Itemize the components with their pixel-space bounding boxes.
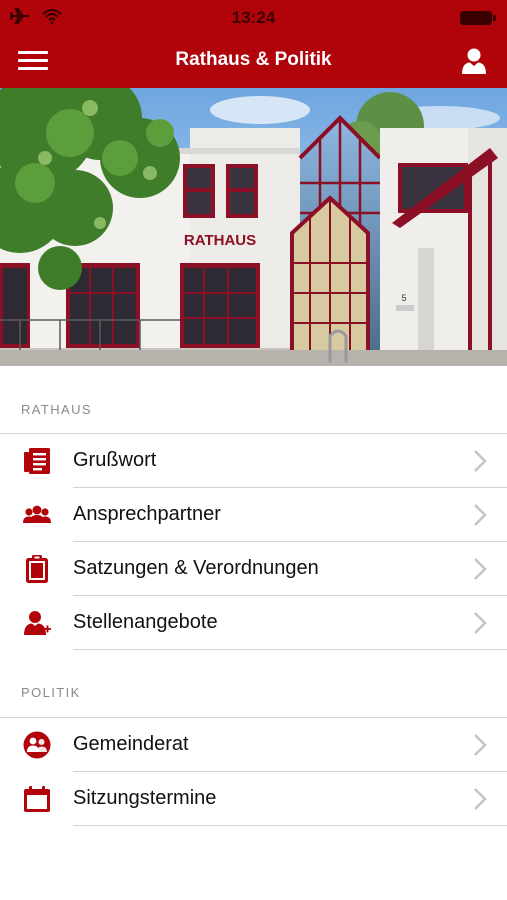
nav-bar: Rathaus & Politik	[0, 34, 507, 88]
clipboard-icon	[26, 555, 48, 583]
chevron-right-icon	[474, 788, 487, 810]
chevron-right-icon	[474, 504, 487, 526]
list-item-gemeinderat[interactable]: Gemeinderat	[0, 718, 507, 772]
list-item-label: Ansprechpartner	[73, 503, 221, 525]
status-time: 13:24	[231, 8, 276, 27]
list-item-label: Satzungen & Verordnungen	[73, 557, 319, 579]
list-item-label: Stellenangebote	[73, 611, 218, 633]
house-number: 5	[401, 293, 406, 303]
list-item-label: Grußwort	[73, 449, 157, 471]
list-item-stellenangebote[interactable]: Stellenangebote	[0, 596, 507, 650]
hero-image: RATHAUS 5	[0, 88, 507, 366]
chevron-right-icon	[474, 558, 487, 580]
list-item-label: Sitzungstermine	[73, 787, 217, 809]
list-item-ansprechpartner[interactable]: Ansprechpartner	[0, 488, 507, 542]
section-header-rathaus: RATHAUS	[21, 402, 92, 417]
calendar-icon	[24, 786, 50, 812]
people-group-icon	[23, 505, 51, 523]
council-group-icon	[23, 731, 51, 759]
town-hall-photo: RATHAUS 5	[0, 88, 507, 366]
list-item-satzungen[interactable]: Satzungen & Verordnungen	[0, 542, 507, 596]
status-bar: 13:24	[0, 0, 507, 34]
page-title: Rathaus & Politik	[175, 49, 332, 70]
list-item-label: Gemeinderat	[73, 733, 189, 755]
chevron-right-icon	[474, 612, 487, 634]
chevron-right-icon	[474, 450, 487, 472]
row-separator	[73, 649, 507, 650]
building-sign: RATHAUS	[184, 232, 256, 249]
user-profile-icon	[462, 48, 486, 74]
user-profile-button[interactable]	[461, 47, 487, 75]
document-list-icon	[24, 448, 50, 474]
section-header-politik: POLITIK	[21, 685, 81, 700]
battery-icon	[459, 10, 497, 31]
list-item-sitzungstermine[interactable]: Sitzungstermine	[0, 772, 507, 826]
chevron-right-icon	[474, 734, 487, 756]
list-item-grusswort[interactable]: Grußwort	[0, 434, 507, 488]
user-add-icon	[24, 611, 51, 635]
row-separator	[73, 825, 507, 826]
